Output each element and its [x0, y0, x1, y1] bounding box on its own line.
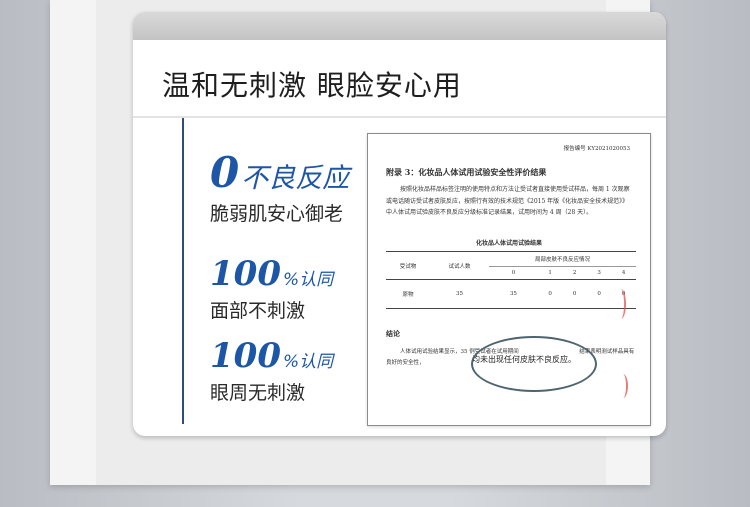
claim-face-percent: %	[282, 270, 300, 290]
claim-face-approve: 认同	[299, 270, 334, 290]
conclusion-title: 结论	[386, 329, 400, 338]
row-grade-0: 35	[509, 291, 517, 297]
claim-zero-number: 0	[210, 148, 240, 197]
grade-4: 4	[611, 266, 636, 280]
headline: 温和无刺激 眼脸安心用	[162, 69, 462, 102]
claim-eye: 100 % 认同 眼周无刺激	[210, 338, 333, 405]
col-count: 试试人数	[430, 251, 489, 280]
row-grade-1: 0	[548, 291, 552, 297]
claim-eye-number: 100	[210, 336, 281, 376]
content-card: 温和无刺激 眼脸安心用 0 不良反应 脆弱肌安心御老 100 % 认同 面部不刺…	[133, 12, 666, 436]
table-row: 原物 35 35 0 0 0 0	[386, 280, 636, 309]
claim-zero-sub: 脆弱肌安心御老	[210, 203, 344, 225]
table-title: 化妆品人体试用试验结果	[475, 240, 542, 247]
appendix-title: 附录 3：化妆品人体试用试验安全性评价结果	[386, 167, 547, 177]
claim-face-number: 100	[210, 254, 281, 294]
seal-stamp-mark	[618, 374, 628, 398]
grade-0: 0	[488, 266, 538, 280]
col-group: 局部皮肤不良反应情况	[534, 257, 590, 263]
claim-eye-sub: 眼周无刺激	[210, 382, 306, 404]
appendix-body: 按照化妆品样品标签注明的使用特点和方法让受试者直接使用受试样品，每周 1 次观察…	[386, 186, 630, 216]
row-grade-3: 0	[597, 291, 601, 297]
grade-3: 3	[586, 266, 612, 280]
highlight-oval	[471, 336, 597, 392]
col-subject: 受试物	[386, 251, 431, 280]
claim-eye-percent: %	[282, 352, 300, 372]
claim-zero-text: 不良反应	[241, 163, 350, 194]
claim-face-sub: 面部不刺激	[210, 300, 306, 322]
grade-1: 1	[537, 266, 563, 280]
seal-stamp-mark	[616, 289, 626, 319]
divider	[133, 116, 666, 118]
claim-face: 100 % 认同 面部不刺激	[210, 256, 333, 323]
grade-2: 2	[562, 266, 587, 280]
test-report-document: 报告编号 KY2021020053 附录 3：化妆品人体试用试验安全性评价结果 …	[367, 133, 651, 426]
results-table: 受试物 试试人数 局部皮肤不良反应情况 0 1 2 3 4 原物 35 35 0…	[386, 251, 636, 309]
report-number: 报告编号 KY2021020053	[563, 146, 630, 152]
vertical-accent-line	[182, 118, 184, 424]
row-subject: 原物	[402, 292, 414, 298]
card-header-bar	[133, 12, 666, 40]
claim-eye-approve: 认同	[299, 352, 334, 372]
claim-zero-reaction: 0 不良反应 脆弱肌安心御老	[210, 152, 349, 226]
row-grade-2: 0	[572, 291, 577, 297]
row-count: 35	[456, 291, 464, 297]
